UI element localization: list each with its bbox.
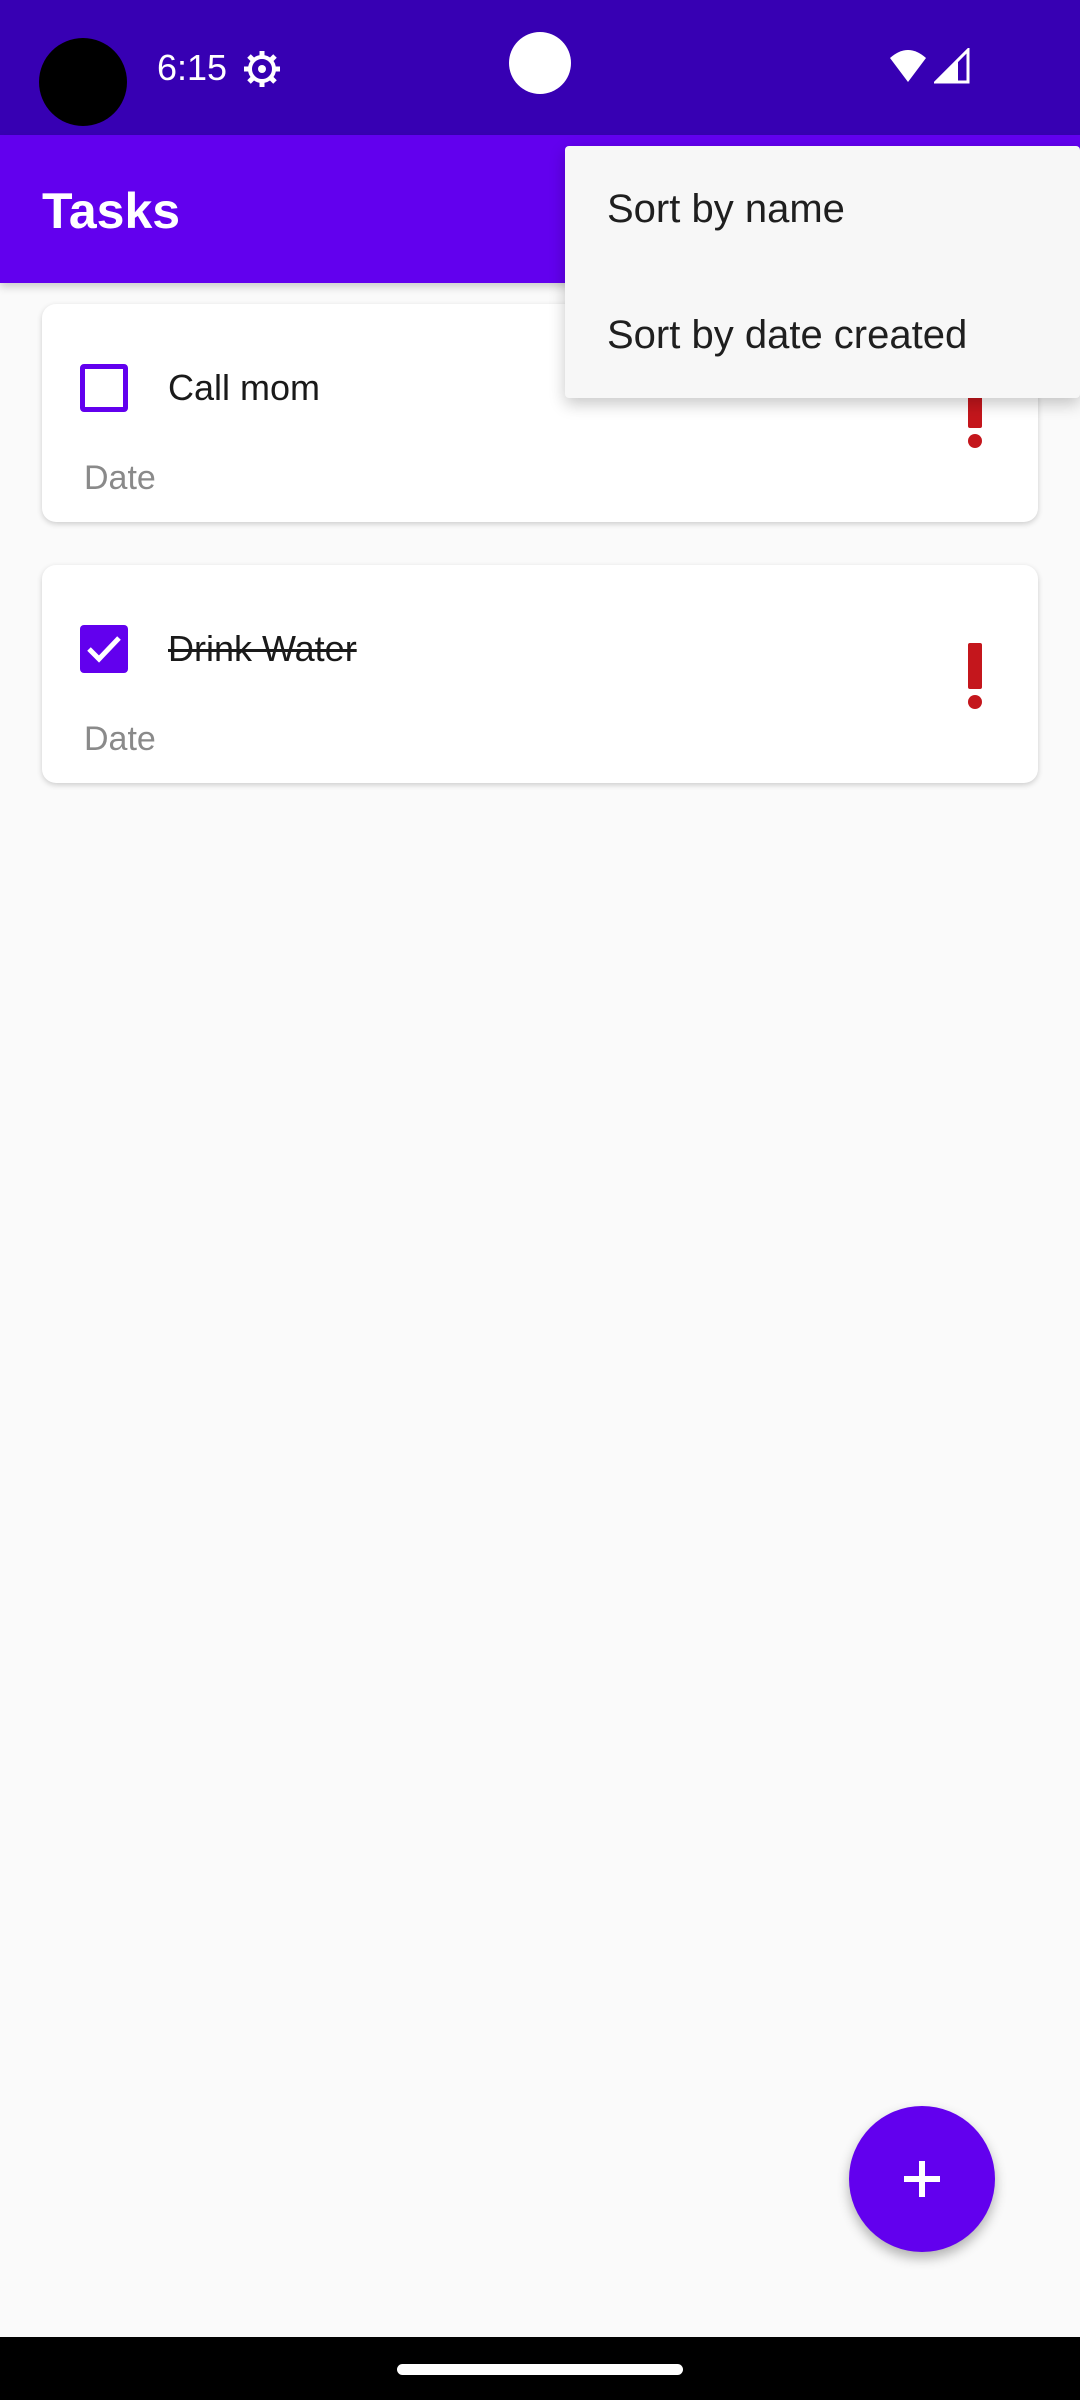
signal-icon (934, 48, 970, 84)
task-date: Date (84, 459, 156, 497)
menu-item-sort-by-name[interactable]: Sort by name (565, 146, 1080, 272)
task-checkbox-checked[interactable] (80, 625, 128, 673)
home-gesture-handle[interactable] (397, 2364, 683, 2375)
status-time: 6:15 (157, 47, 228, 88)
status-bar: 6:15 (0, 0, 1080, 135)
camera-cutout (39, 38, 127, 126)
menu-item-label: Sort by name (607, 187, 845, 231)
status-indicator-dot (509, 32, 571, 94)
menu-item-label: Sort by date created (607, 313, 968, 357)
menu-item-sort-by-date-created[interactable]: Sort by date created (565, 272, 1080, 398)
task-title: Drink Water (168, 628, 357, 669)
page-title: Tasks (42, 183, 181, 239)
task-card[interactable]: Drink Water Date (42, 565, 1038, 783)
plus-icon (904, 2161, 940, 2197)
wifi-icon (890, 50, 926, 82)
task-date: Date (84, 720, 156, 758)
sort-menu: Sort by name Sort by date created (565, 146, 1080, 398)
task-title: Call mom (168, 367, 321, 408)
task-checkbox-unchecked[interactable] (80, 364, 128, 412)
checkmark-icon (87, 636, 121, 663)
add-task-button[interactable] (849, 2106, 995, 2252)
settings-gear-icon (244, 51, 280, 87)
navigation-bar (0, 2337, 1080, 2400)
exclamation-icon (966, 643, 984, 709)
